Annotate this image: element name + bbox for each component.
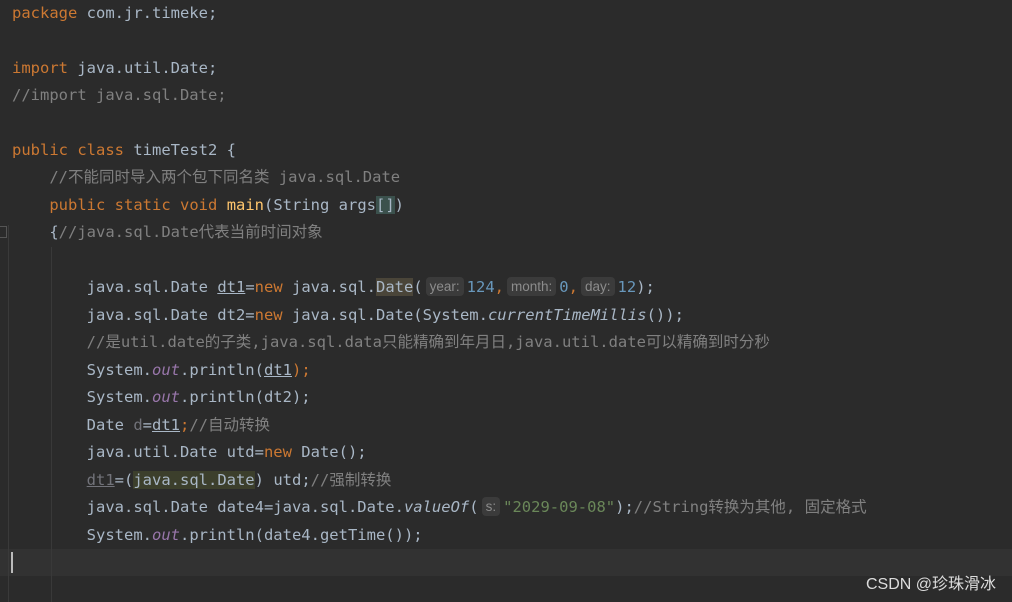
system-class: System.: [86, 361, 152, 379]
open-paren: (: [413, 278, 423, 296]
field-out: out: [151, 526, 180, 544]
decl: java.sql.Date date4=java.sql.Date.: [86, 498, 404, 516]
code-line-println-dt2[interactable]: System.out.println(dt2);: [12, 384, 311, 411]
params: (String args: [264, 196, 376, 214]
keyword: void: [180, 196, 218, 214]
text-caret: [11, 552, 13, 573]
expr: java.sql.Date(System.: [282, 306, 488, 324]
deprecated-constructor: Date: [375, 278, 414, 296]
param-hint-s: s:: [481, 497, 501, 516]
package-name: com.jr.timeke;: [77, 4, 218, 22]
method-name: main: [226, 196, 265, 214]
type: java.sql.Date: [86, 278, 218, 296]
string-literal: "2029-09-08": [503, 498, 616, 516]
code-line-dt1[interactable]: java.sql.Date dt1=new java.sql.Date(year…: [12, 274, 655, 301]
class-name: timeTest2 {: [124, 141, 236, 159]
system-class: System.: [86, 526, 152, 544]
cast-type: java.sql.Date: [133, 471, 255, 489]
number: 12: [617, 278, 637, 296]
comment: //java.sql.Date代表当前时间对象: [58, 223, 323, 241]
number: 124: [466, 278, 495, 296]
bracket-match: []: [376, 196, 395, 214]
decl: java.util.Date utd=: [86, 443, 264, 461]
comment: //是util.date的子类,java.sql.data只能精确到年月日,ja…: [86, 333, 770, 351]
code-line-package[interactable]: package com.jr.timeke;: [12, 0, 217, 27]
comment: //String转换为其他, 固定格式: [633, 498, 867, 516]
type: Date: [86, 416, 134, 434]
close-paren: );: [615, 498, 634, 516]
method-call: .println(dt2);: [179, 388, 311, 406]
code-line-open-brace[interactable]: {//java.sql.Date代表当前时间对象: [12, 219, 323, 246]
expr: Date();: [291, 443, 367, 461]
variable-dt1: dt1: [263, 361, 292, 379]
close-paren: );: [636, 278, 655, 296]
param-hint-month: month:: [507, 277, 557, 296]
keyword: new: [254, 278, 283, 296]
comment: //强制转换: [310, 471, 392, 489]
code-line-comment[interactable]: //是util.date的子类,java.sql.data只能精确到年月日,ja…: [12, 329, 770, 356]
keyword: class: [77, 141, 125, 159]
field-out: out: [151, 388, 180, 406]
keyword: new: [263, 443, 292, 461]
close-paren: ): [394, 196, 405, 214]
package-path: java.sql.: [282, 278, 376, 296]
keyword: static: [114, 196, 171, 214]
code-line-main-decl[interactable]: public static void main(String args[]): [12, 192, 404, 219]
operator: =(: [114, 471, 134, 489]
number: 0: [559, 278, 569, 296]
variable-dt1: dt1: [152, 416, 181, 434]
variable-dt1: dt1: [217, 278, 246, 296]
comma: ,: [494, 278, 505, 296]
operator: =: [142, 416, 153, 434]
method-call: .println(date4.getTime());: [179, 526, 423, 544]
keyword: public: [49, 196, 106, 214]
system-class: System.: [86, 388, 152, 406]
comma: ,: [568, 278, 578, 296]
code-line-date4[interactable]: java.sql.Date date4=java.sql.Date.valueO…: [12, 494, 867, 521]
keyword: import: [12, 59, 68, 77]
unused-variable: d: [133, 416, 143, 434]
close: );: [291, 361, 311, 379]
operator: =: [245, 278, 255, 296]
comment: //import java.sql.Date;: [12, 86, 227, 104]
fold-collapse-icon[interactable]: [0, 226, 7, 238]
method-call: .println(: [179, 361, 264, 379]
code-line-comment[interactable]: //不能同时导入两个包下同名类 java.sql.Date: [12, 164, 400, 191]
decl: java.sql.Date dt2=: [86, 306, 255, 324]
code-line-dt2[interactable]: java.sql.Date dt2=new java.sql.Date(Syst…: [12, 302, 684, 329]
param-hint-year: year:: [425, 277, 464, 296]
close-paren: ());: [646, 306, 684, 324]
comment: //自动转换: [189, 416, 271, 434]
keyword: package: [12, 4, 78, 22]
code-line-utd[interactable]: java.util.Date utd=new Date();: [12, 439, 367, 466]
code-editor[interactable]: package com.jr.timeke; import java.util.…: [0, 0, 1012, 602]
code-line-commented-import[interactable]: //import java.sql.Date;: [12, 82, 227, 109]
watermark: CSDN @珍珠滑冰: [865, 576, 996, 593]
fold-gutter: [0, 225, 9, 602]
open-brace: {: [49, 223, 59, 241]
field-out: out: [151, 361, 180, 379]
code-line-import[interactable]: import java.util.Date;: [12, 55, 217, 82]
keyword: public: [12, 141, 68, 159]
open-paren: (: [469, 498, 479, 516]
comment: //不能同时导入两个包下同名类 java.sql.Date: [49, 168, 401, 186]
import-path: java.util.Date;: [68, 59, 218, 77]
current-line-highlight: [0, 549, 1012, 576]
static-method: valueOf: [403, 498, 470, 516]
static-method: currentTimeMillis: [487, 306, 647, 324]
semicolon: ;: [180, 416, 190, 434]
keyword: new: [254, 306, 283, 324]
code-line-println-dt1[interactable]: System.out.println(dt1);: [12, 357, 311, 384]
code-line-date-d[interactable]: Date d=dt1;//自动转换: [12, 412, 270, 439]
variable-dt1: dt1: [86, 471, 115, 489]
code-line-println-date4[interactable]: System.out.println(date4.getTime());: [12, 522, 423, 549]
code-line-cast[interactable]: dt1=(java.sql.Date) utd;//强制转换: [12, 467, 391, 494]
param-hint-day: day:: [580, 277, 615, 296]
expr: ) utd;: [254, 471, 311, 489]
code-line-class-decl[interactable]: public class timeTest2 {: [12, 137, 236, 164]
